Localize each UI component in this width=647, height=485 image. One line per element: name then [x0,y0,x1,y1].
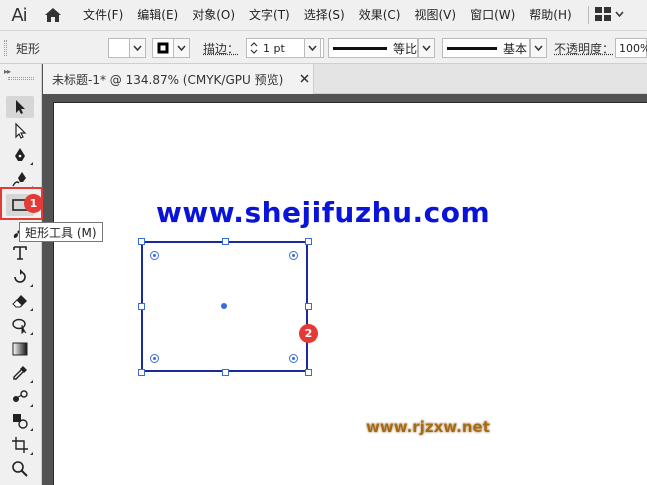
grid-layout-icon [595,7,611,21]
collapse-panel-icon[interactable]: ▸▸ [4,67,11,76]
blend-icon [13,390,28,402]
brush-label: 基本 [503,41,528,56]
step-badge-1: 1 [24,194,43,213]
eyedropper-tool[interactable] [6,362,34,384]
arrow-cursor-icon [16,100,25,114]
artboard-icon [12,437,28,453]
corner-widget-bottom-right[interactable] [289,354,298,363]
stepper-icon [250,42,258,54]
menu-effect[interactable]: 效果(C) [352,0,408,30]
menu-file[interactable]: 文件(F) [76,0,130,30]
document-tab[interactable]: 未标题-1* @ 134.87% (CMYK/GPU 预览) [43,64,314,94]
object-type-label: 矩形 [16,42,41,56]
brush-line [447,46,497,50]
step-badge-2: 2 [299,324,318,343]
eraser-tool[interactable] [6,290,34,312]
watermark-main: www.shejifuzhu.com [156,196,491,229]
corner-widget-top-right[interactable] [289,251,298,260]
opacity-value: 100% [619,41,647,55]
menu-divider [588,6,589,24]
artboard-tool[interactable] [6,434,34,456]
chevron-down-icon [133,45,142,51]
resize-handle-left[interactable] [138,303,145,310]
profile-line [333,46,387,50]
resize-handle-bottom[interactable] [222,369,229,376]
fill-dropdown[interactable] [129,38,146,58]
document-tab-title: 未标题-1* @ 134.87% (CMYK/GPU 预览) [52,72,284,87]
chevron-down-icon [615,11,624,17]
resize-handle-top[interactable] [222,238,229,245]
chevron-down-icon [177,45,186,51]
center-point [221,303,227,309]
fill-swatch[interactable] [108,38,130,58]
eyedropper-icon [13,366,27,380]
resize-handle-bottom-left[interactable] [138,369,145,376]
warp-icon [12,318,27,334]
chevron-down-icon [422,45,431,51]
brush-dropdown[interactable] [530,38,547,58]
selection-tool[interactable] [6,96,34,118]
rotate-icon [14,269,26,283]
corner-widget-top-left[interactable] [150,251,159,260]
stroke-swatch[interactable] [152,38,174,58]
eraser-icon [12,295,27,308]
canvas-area[interactable] [43,94,647,485]
gradient-tool[interactable] [6,338,34,360]
menu-type[interactable]: 文字(T) [242,0,297,30]
close-icon[interactable] [297,71,311,85]
control-bar: 矩形 描边： 1 pt 等比 基本 不透明度： 100% [0,30,647,64]
rotate-tool[interactable] [6,266,34,288]
pen-tool[interactable] [6,144,34,166]
resize-handle-right[interactable] [305,303,312,310]
tools-panel: ▸▸ [0,64,42,485]
workspace-switcher[interactable] [594,6,624,22]
profile-dropdown[interactable] [418,38,435,58]
direct-selection-tool[interactable] [6,120,34,142]
chevron-down-icon [308,45,317,51]
menu-select[interactable]: 选择(S) [297,0,352,30]
stroke-label[interactable]: 描边： [203,40,239,60]
app-logo: Ai [11,4,27,26]
corner-widget-bottom-left[interactable] [150,354,159,363]
opacity-label[interactable]: 不透明度： [554,40,614,60]
stroke-weight-value: 1 pt [263,41,285,55]
hollow-arrow-icon [15,122,27,139]
resize-handle-bottom-right[interactable] [305,369,312,376]
watermark-secondary: www.rjzxw.net [366,418,490,436]
chevron-down-icon [534,45,543,51]
document-tab-bar: 未标题-1* @ 134.87% (CMYK/GPU 预览) [43,64,647,94]
type-tool[interactable] [6,242,34,264]
stroke-square-icon [157,42,169,54]
type-t-icon [13,246,27,260]
shape-builder-tool[interactable] [6,410,34,432]
zoom-tool[interactable] [6,458,34,480]
menu-view[interactable]: 视图(V) [407,0,463,30]
variable-width-profile[interactable]: 等比 [328,38,418,58]
magnifier-icon [12,461,28,477]
puppet-warp-tool[interactable] [6,314,34,336]
shape-builder-icon [13,414,28,429]
tool-tooltip: 矩形工具 (M) [19,222,103,242]
stroke-weight-dropdown[interactable] [304,38,321,58]
brush-definition[interactable]: 基本 [442,38,530,58]
menu-bar: Ai 文件(F) 编辑(E) 对象(O) 文字(T) 选择(S) 效果(C) 视… [0,0,647,30]
panel-grip[interactable] [8,77,34,80]
menu-window[interactable]: 窗口(W) [463,0,522,30]
stroke-dropdown[interactable] [173,38,190,58]
menu-edit[interactable]: 编辑(E) [130,0,185,30]
curvature-pen-icon [12,172,26,187]
menu-object[interactable]: 对象(O) [185,0,242,30]
home-icon[interactable] [38,0,68,30]
resize-handle-top-left[interactable] [138,238,145,245]
panel-grip[interactable] [4,40,7,56]
resize-handle-top-right[interactable] [305,238,312,245]
menu-help[interactable]: 帮助(H) [522,0,578,30]
profile-label: 等比 [392,41,417,56]
opacity-field[interactable]: 100% [615,38,647,58]
pen-icon [15,148,25,161]
blend-tool[interactable] [6,386,34,408]
gradient-icon [12,342,28,356]
